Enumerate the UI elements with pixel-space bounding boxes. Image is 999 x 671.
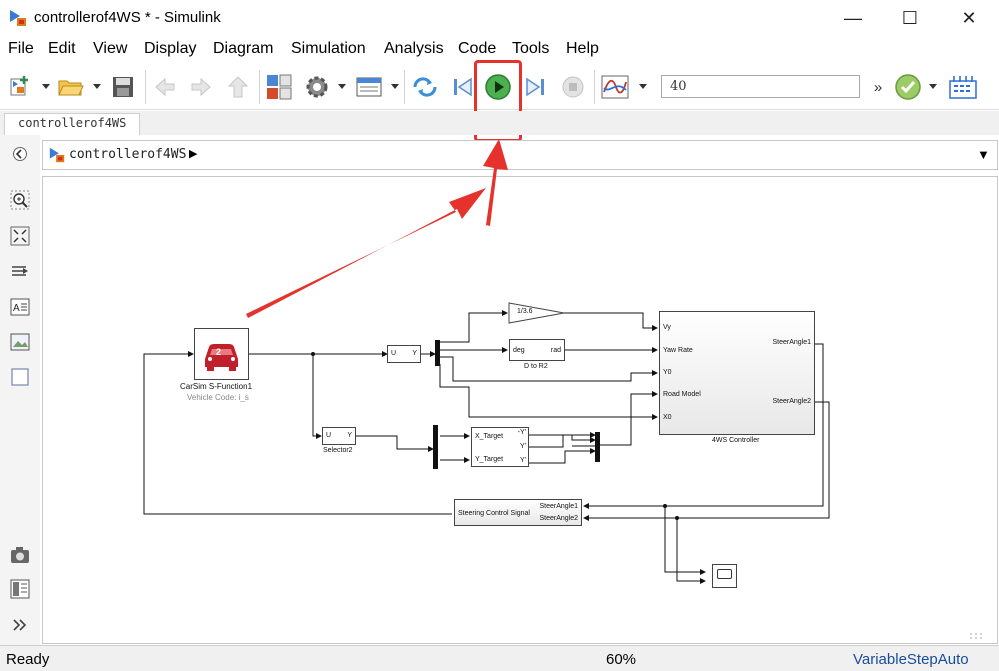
maximize-button[interactable]: ☐ [887, 0, 933, 36]
overflow-icon[interactable]: » [868, 72, 888, 102]
svg-text:A: A [13, 303, 20, 314]
resize-grip-icon[interactable] [968, 626, 988, 640]
deg-to-rad-caption: D to R2 [524, 363, 548, 370]
menu-bar: File Edit View Display Diagram Simulatio… [0, 36, 999, 62]
update-diagram-icon[interactable] [410, 72, 440, 102]
explorer-bar-icon[interactable] [9, 578, 31, 600]
solver-link[interactable]: VariableStepAuto [853, 651, 969, 668]
step-forward-icon[interactable] [520, 72, 550, 102]
controller-caption: 4WS Controller [712, 437, 760, 444]
model-explorer-icon[interactable] [354, 72, 384, 102]
model-canvas[interactable]: 2 CarSim S-Function1 Vehicle Code: i_s U… [42, 176, 998, 644]
menu-tools[interactable]: Tools [512, 40, 549, 58]
model-config-icon[interactable] [302, 72, 332, 102]
forward-icon[interactable] [186, 72, 216, 102]
zoom-level[interactable]: 60% [606, 651, 636, 668]
selector1-block[interactable]: U Y [387, 345, 421, 363]
target-block[interactable]: X_Target Y_Target -Y' Y' Y' [471, 427, 529, 467]
menu-analysis[interactable]: Analysis [384, 40, 444, 58]
menu-code[interactable]: Code [458, 40, 496, 58]
tab-strip: controllerof4WS [0, 111, 999, 135]
build-icon[interactable] [948, 72, 978, 102]
selector2-caption: Selector2 [323, 447, 353, 454]
open-icon[interactable] [56, 72, 86, 102]
carsim-subcaption: Vehicle Code: i_s [187, 393, 249, 402]
library-browser-icon[interactable] [264, 72, 294, 102]
menu-view[interactable]: View [93, 40, 127, 58]
breadcrumb-arrow-icon[interactable]: ▶ [189, 147, 197, 160]
selector2-block[interactable]: U Y [322, 427, 356, 445]
check-icon[interactable] [893, 72, 923, 102]
area-icon[interactable] [9, 366, 31, 388]
stop-time-input[interactable] [661, 75, 860, 98]
breadcrumb-label[interactable]: controllerof4WS [69, 147, 186, 162]
status-bar: Ready 60% VariableStepAuto [0, 645, 999, 671]
signal-lines [143, 302, 830, 584]
back-icon[interactable] [9, 143, 31, 165]
camera-icon[interactable] [9, 544, 31, 566]
carsim-caption: CarSim S-Function1 [180, 382, 253, 391]
title-bar: controllerof4WS * - Simulink — ☐ ✕ [0, 0, 999, 36]
menu-simulation[interactable]: Simulation [291, 40, 366, 58]
save-icon[interactable] [108, 72, 138, 102]
scope-screen-icon [717, 569, 732, 579]
window-title: controllerof4WS * - Simulink [34, 9, 221, 26]
menu-edit[interactable]: Edit [48, 40, 76, 58]
stop-icon[interactable] [558, 72, 588, 102]
minimize-button[interactable]: — [830, 0, 876, 36]
model-icon [49, 147, 65, 163]
breadcrumb-dropdown-icon[interactable]: ▼ [977, 147, 990, 162]
car-icon [205, 344, 238, 371]
steering-control-block[interactable]: Steering Control Signal SteerAngle1 Stee… [454, 499, 582, 526]
breadcrumb[interactable]: controllerof4WS ▶ ▼ [42, 140, 998, 170]
close-button[interactable]: ✕ [946, 0, 992, 36]
arrow-icon[interactable] [9, 260, 31, 282]
simulink-logo-icon [10, 10, 26, 26]
tab-controllerof4ws[interactable]: controllerof4WS [4, 113, 141, 135]
menu-help[interactable]: Help [566, 40, 599, 58]
controller-block[interactable]: Vy Yaw Rate Y0 Road Model X0 SteerAngle1… [659, 311, 815, 435]
carsim-badge: 2 [216, 347, 222, 357]
fit-icon[interactable] [9, 225, 31, 247]
deg-to-rad-block[interactable]: deg rad [509, 339, 565, 361]
menu-display[interactable]: Display [144, 40, 196, 58]
new-model-icon[interactable] [6, 72, 36, 102]
expand-icon[interactable] [9, 614, 31, 636]
up-icon[interactable] [223, 72, 253, 102]
carsim-block[interactable]: 2 [194, 328, 249, 380]
status-text: Ready [6, 651, 50, 668]
menu-file[interactable]: File [8, 40, 34, 58]
annotation-icon[interactable]: A [9, 296, 31, 318]
data-inspector-icon[interactable] [600, 72, 630, 102]
zoom-icon[interactable] [9, 189, 31, 211]
simulink-window: controllerof4WS * - Simulink — ☐ ✕ File … [0, 0, 999, 671]
menu-diagram[interactable]: Diagram [213, 40, 273, 58]
back-icon[interactable] [150, 72, 180, 102]
block-palette: A [0, 135, 40, 645]
image-icon[interactable] [9, 331, 31, 353]
scope-block[interactable] [712, 564, 737, 588]
gain-label: 1/3.6 [517, 308, 533, 315]
